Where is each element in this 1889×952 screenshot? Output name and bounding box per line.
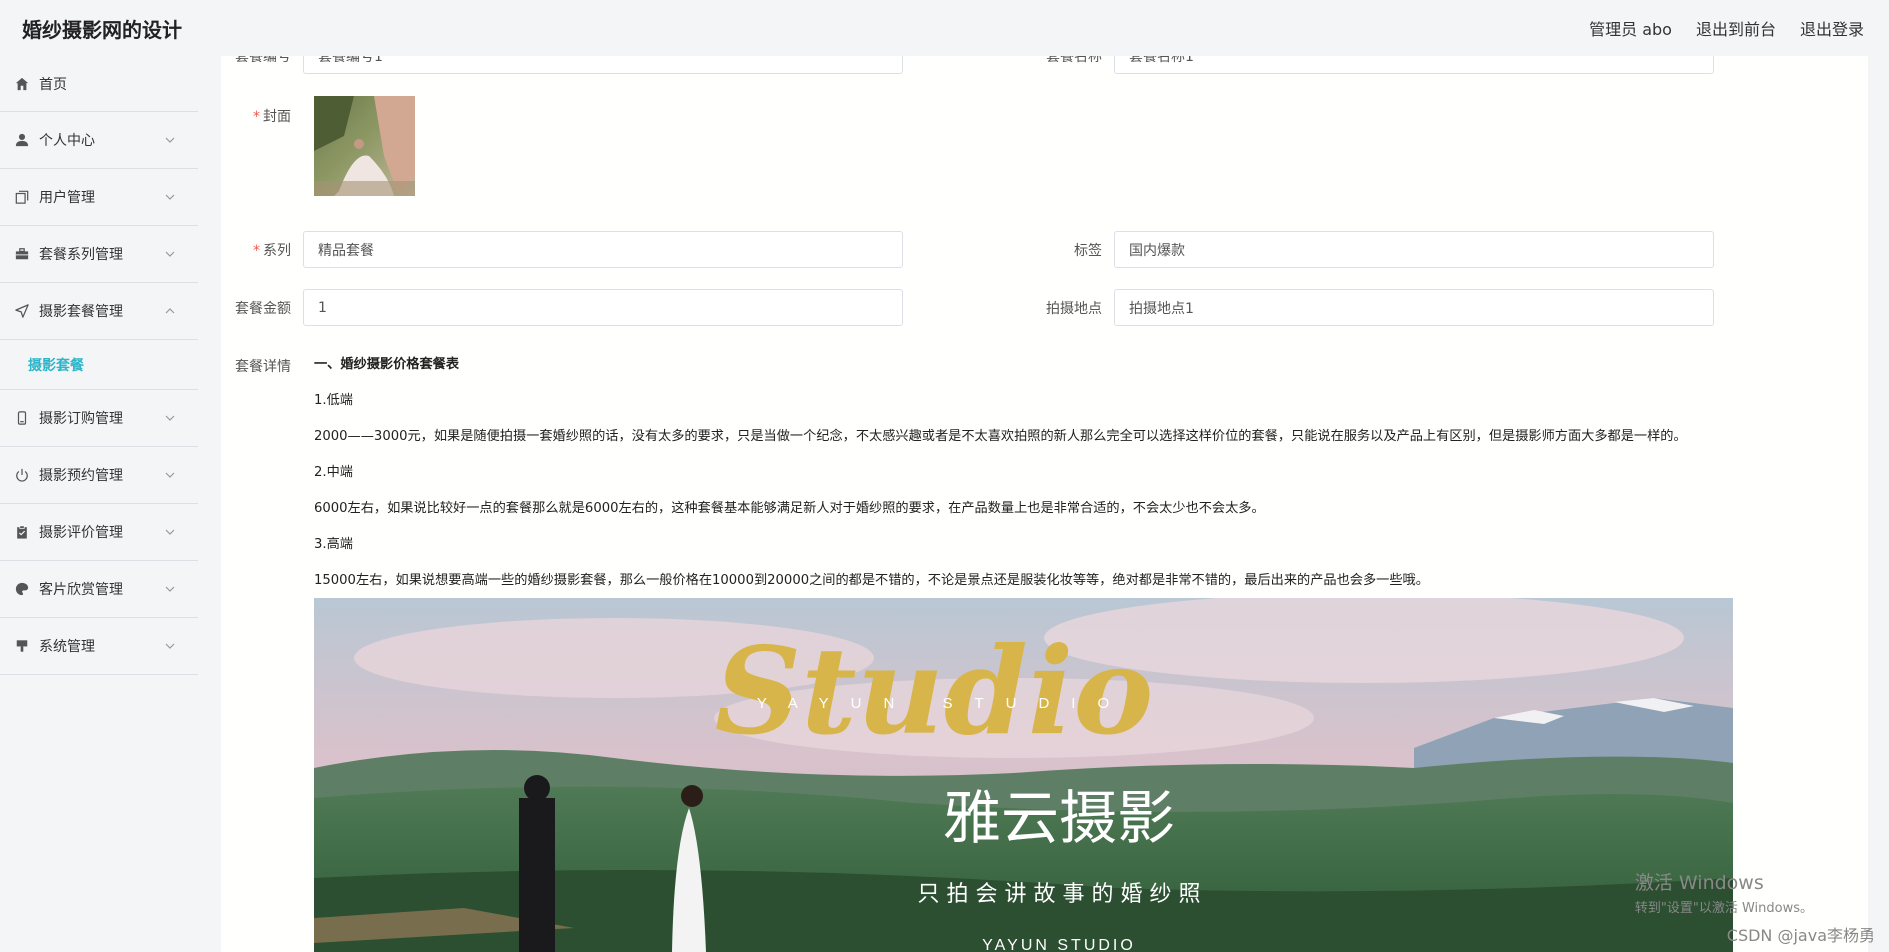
chevron-down-icon — [164, 640, 176, 652]
exit-to-front-link[interactable]: 退出到前台 — [1696, 16, 1776, 40]
send-icon — [14, 303, 30, 319]
detail-label: 套餐详情 — [235, 359, 291, 375]
studio-banner-image: Studio YAYUN STUDIO 雅云摄影 只 拍 会 讲 故 事 的 婚… — [314, 598, 1733, 952]
cover-label: * 封面 — [253, 109, 291, 125]
series-label: * 系列 — [253, 242, 291, 259]
main-content: 套餐编号 套餐编号1 套餐名称 套餐名称1 * 封面 * 系列 精品套餐 标签 … — [221, 56, 1868, 952]
tag-input[interactable]: 国内爆款 — [1114, 231, 1714, 268]
copy-icon — [14, 189, 30, 205]
form-row-location: 拍摄地点 拍摄地点1 — [1032, 289, 1714, 326]
series-input[interactable]: 精品套餐 — [303, 231, 903, 268]
sidebar-item-system[interactable]: 系统管理 — [0, 618, 198, 675]
sidebar-item-package-series[interactable]: 套餐系列管理 — [0, 226, 198, 283]
watermark-line2: 转到"设置"以激活 Windows。 — [1634, 901, 1813, 916]
chevron-down-icon — [164, 191, 176, 203]
form-row-price: 套餐金额 1 — [221, 289, 903, 326]
field-label: 套餐名称 — [1046, 56, 1102, 65]
detail-low-text: 2000——3000元，如果是随便拍摄一套婚纱照的话，没有太多的要求，只是当做一… — [314, 429, 1687, 444]
sidebar-item-label: 客片欣赏管理 — [39, 582, 123, 598]
chevron-down-icon — [164, 412, 176, 424]
sidebar-item-label: 个人中心 — [39, 133, 95, 149]
windows-activation-watermark: 激活 Windows 转到"设置"以激活 Windows。 — [1635, 868, 1813, 916]
package-detail: 一、婚纱摄影价格套餐表 1.低端 2000——3000元，如果是随便拍摄一套婚纱… — [314, 355, 1764, 607]
chevron-down-icon — [164, 248, 176, 260]
admin-user-link[interactable]: 管理员 abo — [1589, 16, 1672, 40]
price-input[interactable]: 1 — [303, 289, 903, 326]
form-row-tag: 标签 国内爆款 — [1032, 231, 1714, 268]
chevron-down-icon — [164, 526, 176, 538]
sidebar-item-label: 摄影评价管理 — [39, 525, 123, 541]
palette-icon — [14, 581, 30, 597]
sidebar-item-label: 套餐系列管理 — [39, 247, 123, 263]
banner-slogan: 只 拍 会 讲 故 事 的 婚 纱 照 — [918, 882, 1201, 907]
top-bar: 婚纱摄影网的设计 管理员 abo 退出到前台 退出登录 — [0, 0, 1889, 56]
watermark-line1: 激活 Windows — [1634, 872, 1764, 894]
detail-low-title: 1.低端 — [314, 393, 353, 408]
csdn-watermark: CSDN @java李杨勇 — [1726, 926, 1875, 945]
sidebar-item-home[interactable]: 首页 — [0, 56, 198, 112]
sidebar-subitem-photo-package[interactable]: 摄影套餐 — [0, 340, 198, 390]
package-code-input[interactable]: 套餐编号1 — [303, 56, 903, 74]
brush-icon — [14, 638, 30, 654]
field-label: 标签 — [1074, 242, 1102, 259]
sidebar-item-label: 摄影订购管理 — [39, 411, 123, 427]
detail-high-title: 3.高端 — [314, 537, 353, 552]
sidebar-item-photo-package[interactable]: 摄影套餐管理 — [0, 283, 198, 340]
sidebar-item-gallery[interactable]: 客片欣赏管理 — [0, 561, 198, 618]
banner-studio-small: YAYUN STUDIO — [757, 695, 1131, 712]
chevron-down-icon — [164, 583, 176, 595]
chevron-down-icon — [164, 134, 176, 146]
sidebar-item-label: 摄影预约管理 — [39, 468, 123, 484]
sidebar-item-appointments[interactable]: 摄影预约管理 — [0, 447, 198, 504]
home-icon — [14, 76, 30, 92]
clipboard-icon — [14, 524, 30, 540]
form-row-series: * 系列 精品套餐 — [221, 231, 903, 268]
detail-high-text: 15000左右，如果说想要高端一些的婚纱摄影套餐，那么一般价格在10000到20… — [314, 573, 1429, 588]
sidebar-item-profile[interactable]: 个人中心 — [0, 112, 198, 169]
sidebar-item-label: 摄影套餐管理 — [39, 304, 123, 320]
field-label: 拍摄地点 — [1046, 300, 1102, 317]
chevron-up-icon — [164, 305, 176, 317]
top-links: 管理员 abo 退出到前台 退出登录 — [1589, 16, 1864, 40]
phone-icon — [14, 410, 30, 426]
power-icon — [14, 467, 30, 483]
banner-brand-cn: 雅云摄影 — [943, 784, 1175, 852]
chevron-down-icon — [164, 469, 176, 481]
detail-heading: 一、婚纱摄影价格套餐表 — [314, 357, 460, 372]
form-row-code: 套餐编号 套餐编号1 — [221, 56, 903, 74]
sidebar-item-users[interactable]: 用户管理 — [0, 169, 198, 226]
banner-script-text: Studio — [715, 621, 1154, 762]
sidebar-item-label: 首页 — [39, 76, 67, 93]
user-icon — [14, 132, 30, 148]
sidebar-item-orders[interactable]: 摄影订购管理 — [0, 390, 198, 447]
sidebar-item-label: 系统管理 — [39, 639, 95, 655]
location-input[interactable]: 拍摄地点1 — [1114, 289, 1714, 326]
logout-link[interactable]: 退出登录 — [1800, 16, 1864, 40]
detail-mid-title: 2.中端 — [314, 465, 353, 480]
sidebar-item-label: 用户管理 — [39, 190, 95, 206]
sidebar-item-reviews[interactable]: 摄影评价管理 — [0, 504, 198, 561]
detail-mid-text: 6000左右，如果说比较好一点的套餐那么就是6000左右的，这种套餐基本能够满足… — [314, 501, 1265, 516]
briefcase-icon — [14, 246, 30, 262]
field-label: 套餐金额 — [235, 300, 291, 317]
banner-studio-bottom: YAYUN STUDIO — [982, 937, 1136, 952]
package-name-input[interactable]: 套餐名称1 — [1114, 56, 1714, 74]
cover-image[interactable] — [314, 96, 415, 196]
sidebar: 首页 个人中心 用户管理 套餐系列管理 摄影套餐管理 摄影套餐 摄影订购管理 摄… — [0, 56, 198, 952]
field-label: 套餐编号 — [235, 56, 291, 65]
form-row-name: 套餐名称 套餐名称1 — [1032, 56, 1714, 74]
site-title: 婚纱摄影网的设计 — [22, 17, 182, 42]
